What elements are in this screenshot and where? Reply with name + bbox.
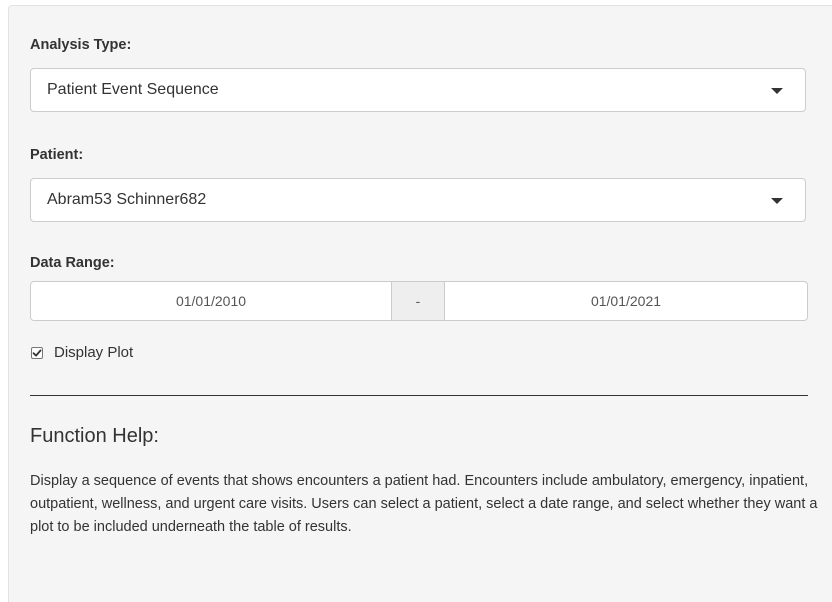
function-help-title: Function Help: xyxy=(30,425,159,447)
analysis-type-label: Analysis Type: xyxy=(30,37,132,53)
end-date-input[interactable]: 01/01/2021 xyxy=(444,281,808,321)
display-plot-checkbox-row[interactable]: Display Plot xyxy=(31,344,133,361)
patient-value: Abram53 Schinner682 xyxy=(47,191,207,208)
caret-down-icon xyxy=(771,88,783,94)
date-range-separator: - xyxy=(392,281,444,321)
patient-select[interactable]: Abram53 Schinner682 xyxy=(30,178,806,222)
start-date-input[interactable]: 01/01/2010 xyxy=(30,281,392,321)
section-divider xyxy=(30,395,808,396)
caret-down-icon xyxy=(771,198,783,204)
function-help-text: Display a sequence of events that shows … xyxy=(30,473,818,535)
analysis-type-select[interactable]: Patient Event Sequence xyxy=(30,68,806,112)
checkmark-icon xyxy=(32,349,42,356)
analysis-type-value: Patient Event Sequence xyxy=(47,81,219,98)
display-plot-label: Display Plot xyxy=(54,344,134,361)
display-plot-checkbox[interactable] xyxy=(31,346,43,359)
date-range-input: 01/01/2010 - 01/01/2021 xyxy=(30,281,808,321)
date-range-label: Data Range: xyxy=(30,255,115,271)
patient-label: Patient: xyxy=(30,147,84,163)
